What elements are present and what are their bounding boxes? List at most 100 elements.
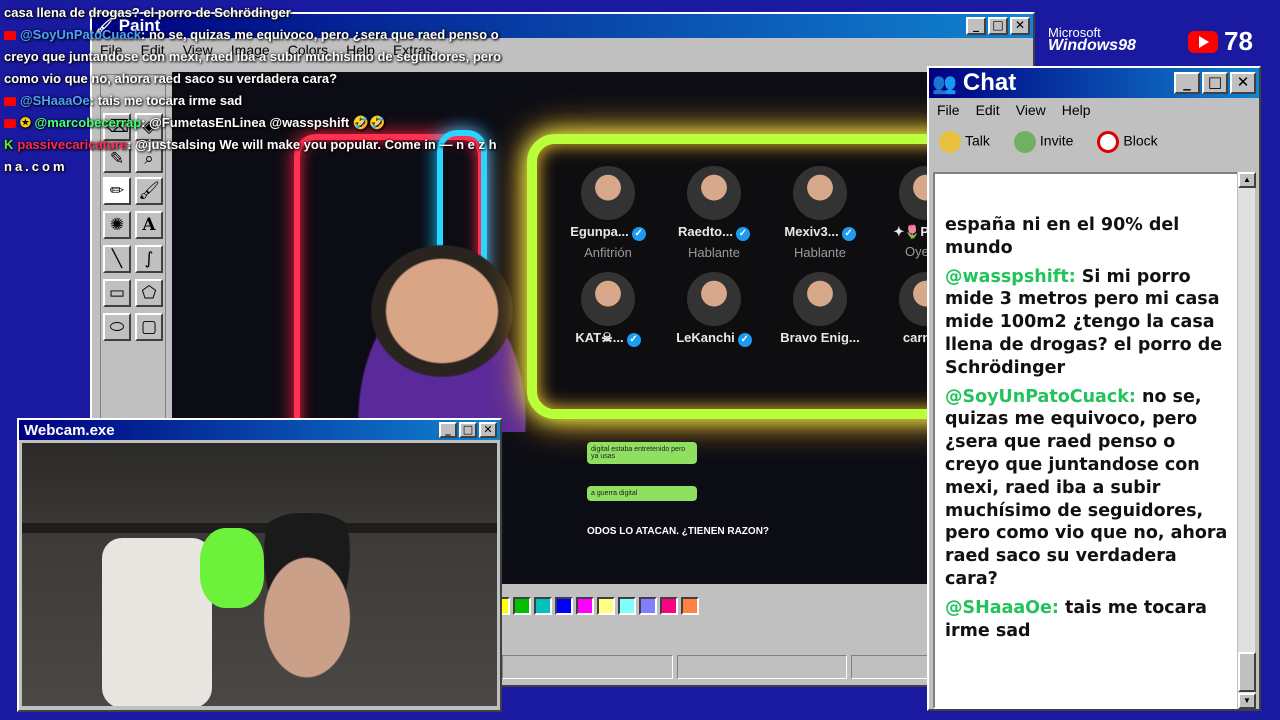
overlay-username: @SHaaaOe <box>20 93 90 108</box>
youtube-icon <box>4 119 16 129</box>
overlay-message: Kpassivecaricature: @justsalsing We will… <box>4 134 544 156</box>
chat-titlebar[interactable]: 👥 Chat _ □ ✕ <box>929 68 1259 98</box>
minimize-button[interactable]: _ <box>439 422 457 438</box>
youtube-icon <box>4 31 16 41</box>
maximize-button[interactable]: □ <box>459 422 477 438</box>
color-swatch[interactable] <box>576 597 594 615</box>
chat-window: 👥 Chat _ □ ✕ File Edit View Help Talk In… <box>927 66 1261 711</box>
block-button[interactable]: Block <box>1097 131 1158 153</box>
invite-button[interactable]: Invite <box>1013 131 1074 153</box>
color-swatch[interactable] <box>534 597 552 615</box>
message-user: @SoyUnPatoCuack: <box>945 386 1136 407</box>
overlay-line: na.com <box>4 159 68 174</box>
scroll-thumb[interactable] <box>1238 652 1256 692</box>
chat-menubar: File Edit View Help <box>929 98 1259 122</box>
user-name: Raedto... <box>678 224 733 239</box>
ellipse-tool-icon[interactable]: ⬭ <box>103 313 131 341</box>
viewer-count: 78 <box>1188 26 1253 57</box>
color-swatch[interactable] <box>660 597 678 615</box>
color-swatch[interactable] <box>513 597 531 615</box>
stage-user: LeKanchi ✓ <box>661 272 767 347</box>
menu-edit[interactable]: Edit <box>976 102 1000 118</box>
stage-user: Bravo Enig... <box>767 272 873 347</box>
verified-icon: ✓ <box>841 227 856 241</box>
status-cell <box>502 655 673 679</box>
video-chat-bubble: a guerra digital <box>587 486 697 501</box>
youtube-icon <box>1188 30 1218 53</box>
viewer-count-value: 78 <box>1224 26 1253 56</box>
curve-tool-icon[interactable]: ∫ <box>135 245 163 273</box>
maximize-button[interactable]: □ <box>1202 72 1228 94</box>
line-tool-icon[interactable]: ╲ <box>103 245 131 273</box>
overlay-text: : tais me tocara irme sad <box>89 93 243 108</box>
video-chat-bubble: digital estaba entretenido pero ya usas <box>587 442 697 464</box>
invite-label: Invite <box>1039 132 1074 149</box>
overlay-text: : no se, quizas me equivoco, pero ¿sera … <box>141 27 499 42</box>
user-role: Hablante <box>793 245 847 260</box>
color-swatch[interactable] <box>597 597 615 615</box>
close-button[interactable]: ✕ <box>1230 72 1256 94</box>
chat-title: Chat <box>962 69 1017 96</box>
verified-icon: ✓ <box>631 227 646 241</box>
scroll-down-icon[interactable]: ▼ <box>1238 693 1256 709</box>
menu-file[interactable]: File <box>937 102 960 118</box>
avatar <box>687 166 741 220</box>
avatar <box>581 272 635 326</box>
overlay-username: passivecaricature <box>17 137 128 152</box>
menu-view[interactable]: View <box>1016 102 1046 118</box>
verified-icon: ✓ <box>735 227 750 241</box>
overlay-username: @SoyUnPatoCuack <box>20 27 142 42</box>
color-swatch[interactable] <box>681 597 699 615</box>
text-tool-icon[interactable]: A <box>135 211 163 239</box>
chat-scrollbar[interactable]: ▲ ▼ <box>1237 172 1256 709</box>
rectangle-tool-icon[interactable]: ▭ <box>103 279 131 307</box>
polygon-tool-icon[interactable]: ⬠ <box>135 279 163 307</box>
chat-messages: españa ni en el 90% del mundo @wasspshif… <box>945 214 1235 648</box>
overlay-message: @SoyUnPatoCuack: no se, quizas me equivo… <box>4 24 544 46</box>
overlay-text: : @FumetasEnLinea @wasspshift 🤣🤣 <box>141 115 386 130</box>
airbrush-tool-icon[interactable]: ✺ <box>103 211 131 239</box>
badge-icon: ✪ <box>20 115 35 130</box>
user-name: Bravo Enig... <box>780 330 860 345</box>
scroll-up-icon[interactable]: ▲ <box>1238 172 1256 188</box>
talk-icon <box>939 131 961 153</box>
message-text: no se, quizas me equivoco, pero ¿sera qu… <box>945 386 1228 589</box>
color-palette <box>492 597 699 615</box>
chat-message: @SoyUnPatoCuack: no se, quizas me equivo… <box>945 386 1235 591</box>
close-button[interactable]: ✕ <box>479 422 497 438</box>
webcam-title: Webcam.exe <box>24 421 115 439</box>
webcam-window: Webcam.exe _ □ ✕ <box>17 418 502 712</box>
webcam-titlebar[interactable]: Webcam.exe _ □ ✕ <box>19 420 500 440</box>
minimize-button[interactable]: _ <box>1174 72 1200 94</box>
brush-tool-icon[interactable]: 🖌 <box>135 177 163 205</box>
message-user: @wasspshift: <box>945 266 1076 287</box>
minimize-button[interactable]: _ <box>966 17 986 35</box>
user-name: Mexiv3... <box>784 224 839 239</box>
stage-user: Egunpa... ✓ Anfitrión <box>555 166 661 260</box>
avatar <box>793 272 847 326</box>
windows98-logo: Microsoft Windows98 <box>1048 26 1136 54</box>
stage-user: Mexiv3... ✓ Hablante <box>767 166 873 260</box>
color-swatch[interactable] <box>555 597 573 615</box>
color-swatch[interactable] <box>639 597 657 615</box>
message-text: españa ni en el 90% del mundo <box>945 215 1180 258</box>
overlay-line: creyo que juntandose con mexi, raed iba … <box>4 49 502 64</box>
menu-help[interactable]: Help <box>1062 102 1091 118</box>
overlay-message: ✪ @marcobecerrap: @FumetasEnLinea @wassp… <box>4 112 544 134</box>
maximize-button[interactable]: □ <box>988 17 1008 35</box>
user-name: Egunpa... <box>570 224 629 239</box>
pencil-tool-icon[interactable]: ✏ <box>103 177 131 205</box>
verified-icon: ✓ <box>626 333 641 347</box>
youtube-icon <box>4 97 16 107</box>
avatar <box>581 166 635 220</box>
rounded-rect-tool-icon[interactable]: ▢ <box>135 313 163 341</box>
streamer-face <box>232 513 382 703</box>
verified-icon: ✓ <box>737 333 752 347</box>
chat-message: @SHaaaOe: tais me tocara irme sad <box>945 597 1235 643</box>
talk-button[interactable]: Talk <box>939 131 990 153</box>
stage-user: KAT☠... ✓ <box>555 272 661 347</box>
color-swatch[interactable] <box>618 597 636 615</box>
chat-log[interactable]: españa ni en el 90% del mundo @wasspshif… <box>933 172 1239 709</box>
close-button[interactable]: ✕ <box>1010 17 1030 35</box>
message-user: @SHaaaOe: <box>945 597 1059 618</box>
